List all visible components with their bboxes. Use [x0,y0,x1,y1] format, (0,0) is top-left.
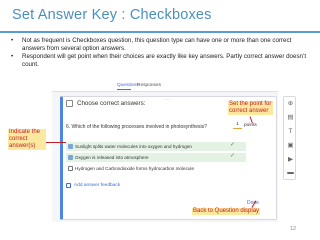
answer-key-icon [66,100,73,107]
import-icon[interactable]: ▤ [287,114,294,121]
annotation-arrow [46,142,66,143]
option-label: Oxygen is released into atmosphere [75,155,149,160]
checkbox-checked-icon [68,144,73,149]
tab-questions[interactable]: Questions [117,83,139,88]
text-icon[interactable]: T [287,128,294,135]
checkbox-unchecked-icon [68,166,73,171]
option-item[interactable]: Oxygen is released into atmosphere [66,153,246,162]
page-number: 12 [290,226,297,232]
bullet-text: Respondent will get point when their cho… [22,53,307,68]
answer-key-header: Choose correct answers: [66,100,145,107]
title-underline [0,31,320,33]
video-icon[interactable]: ▶ [287,156,294,163]
add-feedback-link[interactable]: Add answer feedback [66,183,120,188]
question-text: 6. Which of the following processes invo… [66,124,207,130]
drag-handle-icon[interactable]: ⋯ [165,97,170,103]
option-item[interactable]: Hydrogen and Carbondioxide forms hydroca… [66,164,246,173]
points-label: points [244,122,257,128]
bullet-text: Not as frequent is Checkboxes question, … [22,37,292,52]
tab-responses[interactable]: Responses [137,83,161,88]
section-icon[interactable]: ▬ [287,169,294,176]
active-tab-indicator [117,89,131,90]
feedback-label: Add answer feedback [74,183,121,188]
add-icon[interactable]: ⊕ [287,100,294,107]
points-input[interactable]: 1 [233,122,242,129]
bullet-list: • Not as frequent is Checkboxes question,… [8,37,313,69]
bullet-item: • Not as frequent is Checkboxes question,… [11,37,292,52]
option-label: Hydrogen and Carbondioxide forms hydroca… [75,166,194,171]
option-label: Sunlight splits water molecules into oxy… [75,144,192,149]
annotation-points: Set the point for correct answer [228,101,273,115]
feedback-icon [66,183,71,188]
bullet-item: • Respondent will get point when their ch… [11,53,307,68]
image-icon[interactable]: ▣ [287,142,294,149]
correct-tick-icon: ✓ [230,153,236,159]
option-item[interactable]: Sunlight splits water molecules into oxy… [66,142,246,151]
annotation-back: Back to Question display [192,208,261,215]
points-field: 1 points [233,121,265,129]
side-toolbar: ⊕ ▤ T ▣ ▶ ▬ [283,96,296,180]
checkbox-checked-icon [68,155,73,160]
annotation-correct: Indicate the correct answer(s) [8,129,46,150]
slide-title: Set Answer Key : Checkboxes [12,7,212,23]
answer-key-title: Choose correct answers: [77,100,146,107]
correct-tick-icon: ✓ [230,142,236,148]
